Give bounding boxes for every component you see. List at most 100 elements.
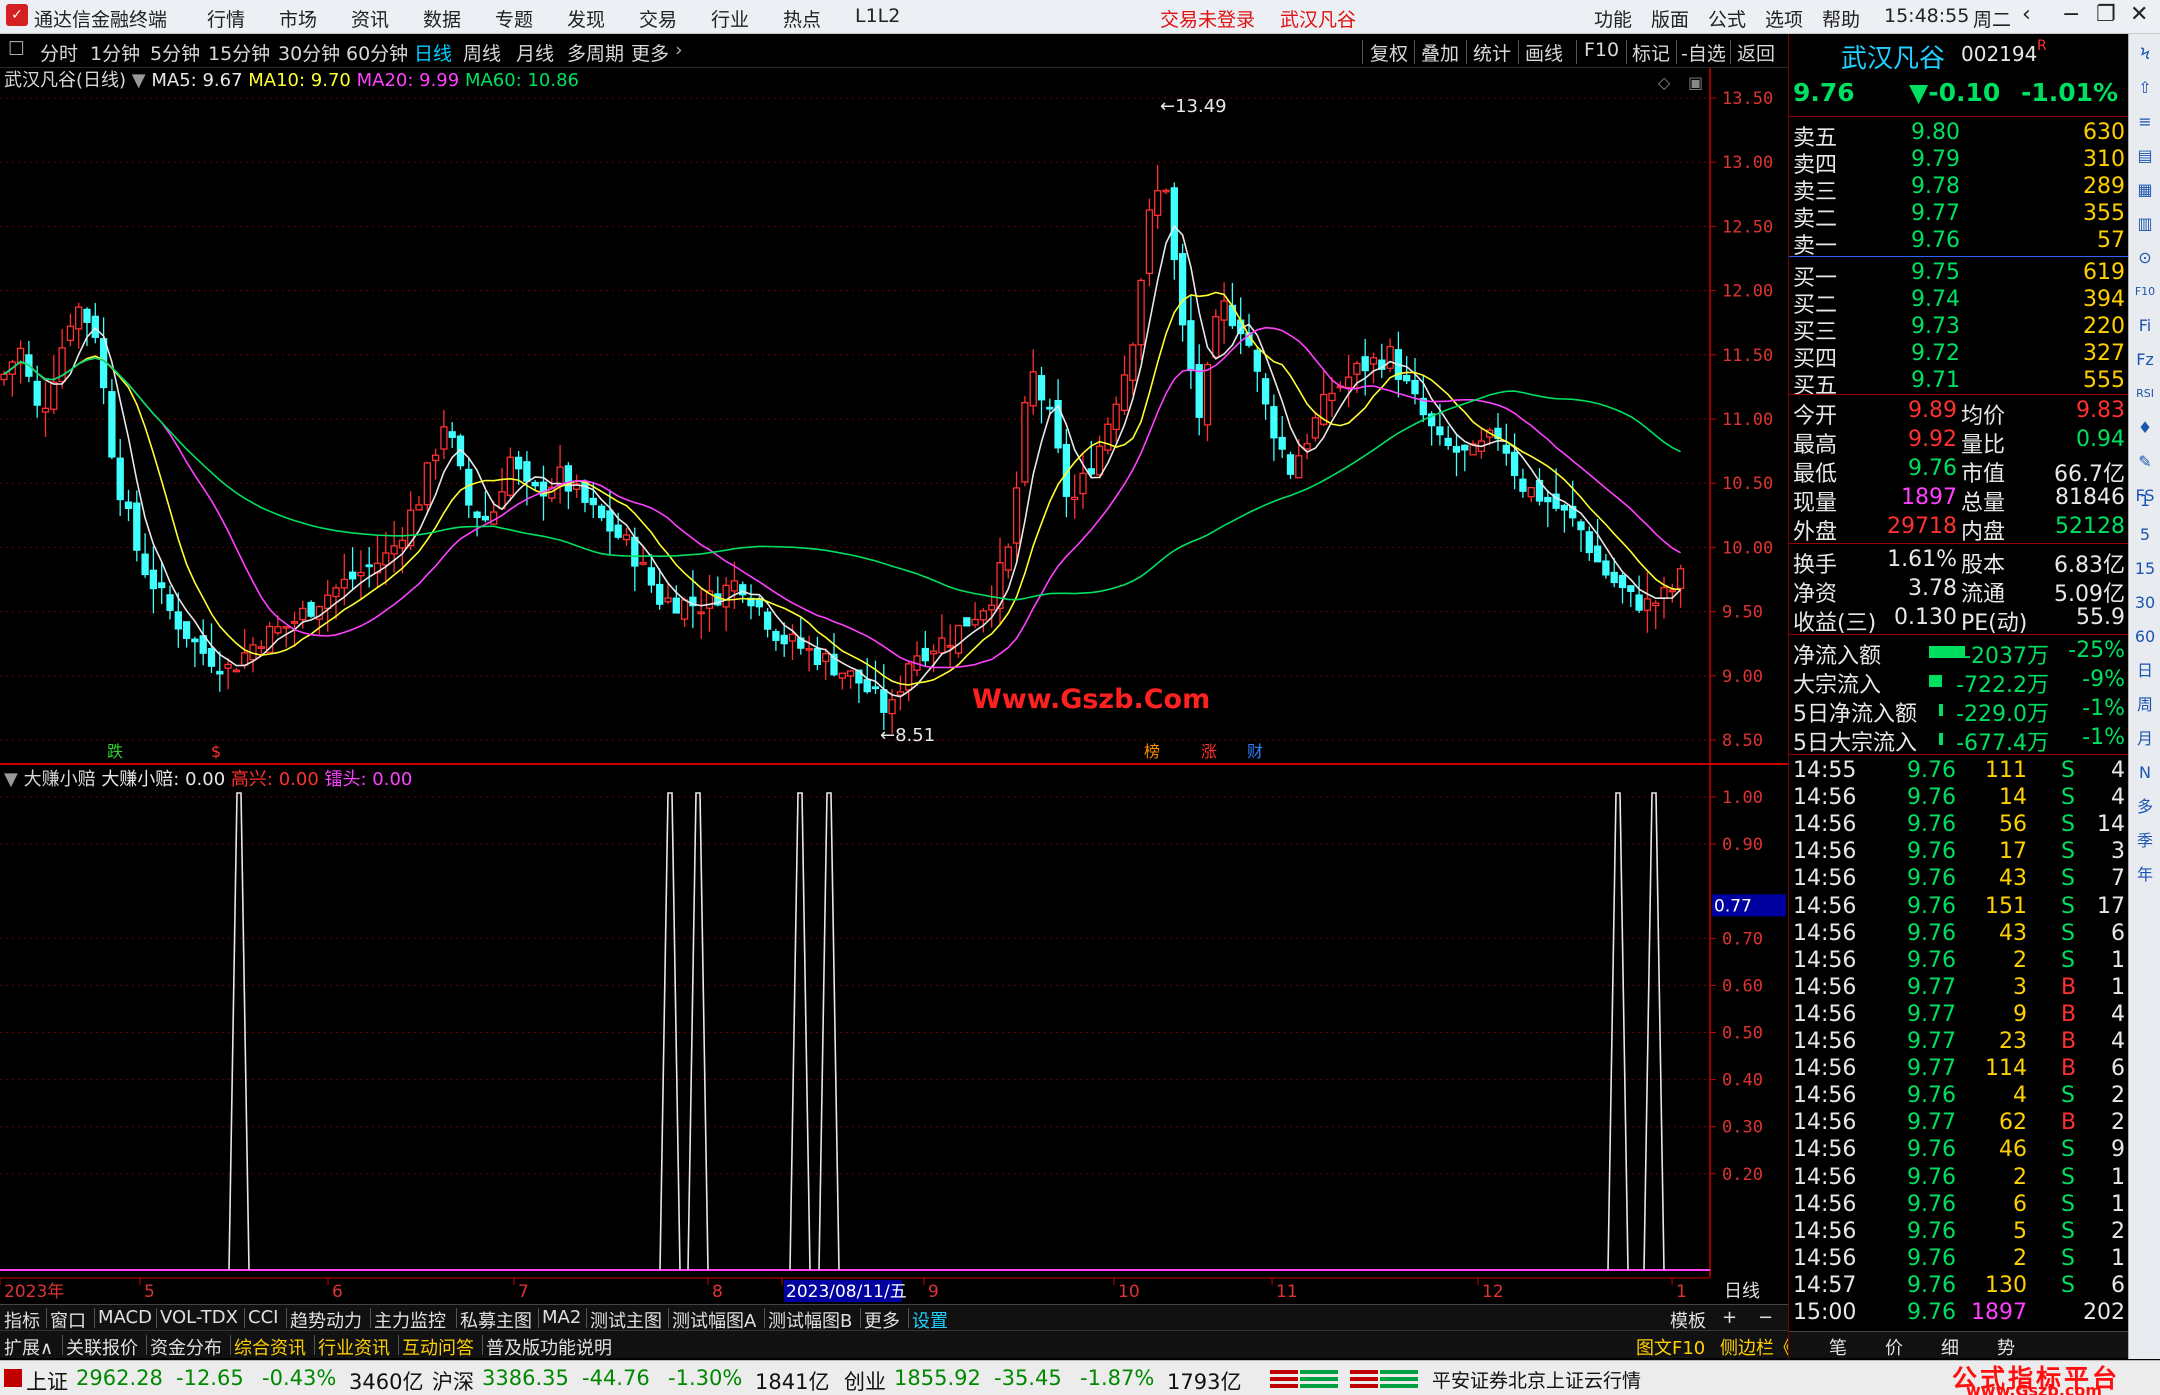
- extension-tab-2[interactable]: 资金分布: [150, 1334, 222, 1360]
- period-5[interactable]: 60分钟: [346, 39, 408, 66]
- menu-zixun[interactable]: 资讯: [351, 5, 389, 32]
- stock-tab[interactable]: 武汉凡谷: [1280, 5, 1356, 32]
- rail-button-22[interactable]: N: [2133, 761, 2157, 785]
- rail-button-6[interactable]: ⊙: [2133, 246, 2157, 270]
- period-10[interactable]: 更多: [631, 39, 669, 66]
- period-1[interactable]: 1分钟: [90, 39, 140, 66]
- rail-button-24[interactable]: 季: [2133, 829, 2157, 853]
- bid-row[interactable]: 买二 9.74 394: [1789, 287, 2129, 318]
- rail-button-15[interactable]: 5: [2133, 523, 2157, 547]
- back-icon[interactable]: ‹: [2022, 2, 2031, 27]
- event-mark[interactable]: 跌: [107, 742, 123, 761]
- collapse-icon[interactable]: ▣: [1688, 73, 1703, 92]
- quote-tab-2[interactable]: 细: [1941, 1334, 1959, 1360]
- settings-icon[interactable]: ☐: [8, 38, 25, 60]
- menu-faxian[interactable]: 发现: [567, 5, 605, 32]
- event-mark[interactable]: 财: [1247, 742, 1263, 761]
- ask-row[interactable]: 卖三 9.78 289: [1789, 174, 2129, 205]
- period-3[interactable]: 15分钟: [208, 39, 270, 66]
- rail-button-25[interactable]: 年: [2133, 863, 2157, 887]
- period-8[interactable]: 月线: [516, 39, 554, 66]
- rail-button-17[interactable]: 30: [2133, 591, 2157, 615]
- template-tab-2[interactable]: −: [1758, 1307, 1773, 1328]
- menu-gongshi[interactable]: 公式: [1708, 5, 1746, 32]
- toolbar-action-1[interactable]: 叠加: [1421, 39, 1459, 66]
- toolbar-action-6[interactable]: -自选: [1681, 39, 1726, 66]
- menu-gongneng[interactable]: 功能: [1594, 5, 1632, 32]
- menu-hangqing[interactable]: 行情: [207, 5, 245, 32]
- extension-tab-6[interactable]: 普及版功能说明: [486, 1334, 612, 1360]
- toolbar-action-0[interactable]: 复权: [1370, 39, 1408, 66]
- period-7[interactable]: 周线: [463, 39, 501, 66]
- period-9[interactable]: 多周期: [567, 39, 624, 66]
- event-mark[interactable]: $: [211, 742, 221, 761]
- template-tab-1[interactable]: +: [1722, 1307, 1737, 1328]
- rail-button-10[interactable]: RSI: [2133, 382, 2157, 406]
- menu-zhuanti[interactable]: 专题: [495, 5, 533, 32]
- rail-button-14[interactable]: 1: [2133, 489, 2157, 513]
- extension-tab-0[interactable]: 扩展∧: [4, 1334, 53, 1360]
- toolbar-action-3[interactable]: 画线: [1525, 39, 1563, 66]
- ask-row[interactable]: 卖二 9.77 355: [1789, 201, 2129, 232]
- period-4[interactable]: 30分钟: [278, 39, 340, 66]
- index-name[interactable]: 创业: [844, 1366, 886, 1395]
- indicator-chart[interactable]: 1.00 0.90 0.70 0.60 0.50 0.40 0.30 0.20 0.77 ▼ 大赚…: [0, 765, 1788, 1277]
- rail-button-4[interactable]: ▦: [2133, 178, 2157, 202]
- menu-l1l2[interactable]: L1L2: [855, 5, 900, 27]
- rail-button-1[interactable]: ⇧: [2133, 76, 2157, 100]
- rail-button-3[interactable]: ▤: [2133, 144, 2157, 168]
- menu-hangye[interactable]: 行业: [711, 5, 749, 32]
- extension-tab-5[interactable]: 互动问答: [402, 1334, 474, 1360]
- indicator-tab-2[interactable]: MACD: [98, 1307, 152, 1328]
- rail-button-16[interactable]: 15: [2133, 557, 2157, 581]
- more-arrow-icon[interactable]: ›: [675, 39, 683, 61]
- quote-tab-1[interactable]: 价: [1885, 1334, 1903, 1360]
- ask-row[interactable]: 卖四 9.79 310: [1789, 147, 2129, 178]
- indicator-tab-3[interactable]: VOL-TDX: [160, 1307, 238, 1328]
- ask-row[interactable]: 卖五 9.80 630: [1789, 120, 2129, 151]
- login-status[interactable]: 交易未登录: [1160, 5, 1255, 32]
- diamond-icon[interactable]: ◇: [1658, 73, 1671, 92]
- menu-shuju[interactable]: 数据: [423, 5, 461, 32]
- rail-button-0[interactable]: Ϟ: [2133, 42, 2157, 66]
- extension-right-0[interactable]: 图文F10: [1636, 1334, 1705, 1360]
- toolbar-action-5[interactable]: 标记: [1632, 39, 1670, 66]
- candlestick-chart[interactable]: 13.50 13.00 12.50 12.00 11.50 11.00 10.50 10.00…: [0, 68, 1788, 765]
- menu-jiaoyi[interactable]: 交易: [639, 5, 677, 32]
- extension-tab-3[interactable]: 综合资讯: [234, 1334, 306, 1360]
- rail-button-11[interactable]: ♦: [2133, 416, 2157, 440]
- event-mark[interactable]: 榜: [1144, 742, 1160, 761]
- index-name[interactable]: 沪深: [432, 1366, 474, 1395]
- quote-tab-3[interactable]: 势: [1997, 1334, 2015, 1360]
- quote-tab-0[interactable]: 笔: [1829, 1334, 1847, 1360]
- ask-row[interactable]: 卖一 9.76 57: [1789, 228, 2129, 259]
- menu-banmian[interactable]: 版面: [1651, 5, 1689, 32]
- rail-button-23[interactable]: 多: [2133, 795, 2157, 819]
- indicator-tab-8[interactable]: MA2: [542, 1307, 581, 1328]
- rail-button-12[interactable]: ✎: [2133, 450, 2157, 474]
- index-name[interactable]: 上证: [26, 1366, 68, 1395]
- menu-bangzhu[interactable]: 帮助: [1822, 5, 1860, 32]
- rail-button-2[interactable]: ≡: [2133, 110, 2157, 134]
- menu-xuanxiang[interactable]: 选项: [1765, 5, 1803, 32]
- rail-button-9[interactable]: Fz: [2133, 348, 2157, 372]
- rail-button-8[interactable]: Fi: [2133, 314, 2157, 338]
- extension-right-1[interactable]: 侧边栏《: [1720, 1334, 1792, 1360]
- period-0[interactable]: 分时: [40, 39, 78, 66]
- bid-row[interactable]: 买五 9.71 555: [1789, 368, 2129, 399]
- extension-tab-1[interactable]: 关联报价: [66, 1334, 138, 1360]
- rail-button-21[interactable]: 月: [2133, 727, 2157, 751]
- bid-row[interactable]: 买三 9.73 220: [1789, 314, 2129, 345]
- minimize-icon[interactable]: −: [2062, 2, 2080, 27]
- rail-button-7[interactable]: F10: [2133, 280, 2157, 304]
- rail-button-5[interactable]: ▥: [2133, 212, 2157, 236]
- indicator-tab-4[interactable]: CCI: [248, 1307, 278, 1328]
- rail-button-19[interactable]: 日: [2133, 659, 2157, 683]
- toolbar-action-7[interactable]: 返回: [1737, 39, 1775, 66]
- restore-icon[interactable]: ❐: [2096, 2, 2116, 27]
- bid-row[interactable]: 买四 9.72 327: [1789, 341, 2129, 372]
- period-2[interactable]: 5分钟: [150, 39, 200, 66]
- menu-redian[interactable]: 热点: [783, 5, 821, 32]
- rail-button-18[interactable]: 60: [2133, 625, 2157, 649]
- menu-shichang[interactable]: 市场: [279, 5, 317, 32]
